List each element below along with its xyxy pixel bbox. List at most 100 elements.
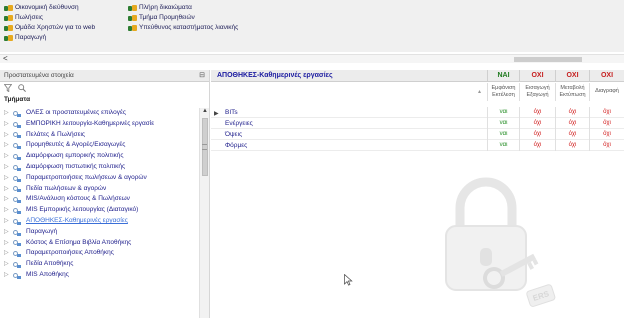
tree-item-label: ΕΜΠΟΡΙΚΗ λειτουργία-Καθημερινές εργασίε <box>26 119 155 127</box>
funnel-icon[interactable] <box>3 83 13 94</box>
expand-arrow-icon[interactable]: ▷ <box>4 205 12 216</box>
scroll-thumb[interactable] <box>514 57 582 62</box>
permission-cell[interactable]: όχι <box>555 118 589 129</box>
permission-cell[interactable]: όχι <box>589 129 624 140</box>
expand-arrow-icon[interactable]: ▷ <box>4 194 12 205</box>
role-item[interactable]: Ομάδα Χρηστών για το web <box>4 23 95 33</box>
tree-item[interactable]: ▷ MIS Εμπορικής λειτουργίας (Διαταγικό) <box>0 205 199 216</box>
row-label: BITs <box>225 109 238 116</box>
permission-cell[interactable]: όχι <box>555 129 589 140</box>
tree-item-label: Διαμόρφωση πιστωτικής πολιτικής <box>26 162 126 170</box>
tree-item[interactable]: ▷ Διαμόρφωση πιστωτικής πολιτικής <box>0 162 199 173</box>
column-header-modify[interactable]: Μεταβολή Εκτύπωση <box>555 83 589 101</box>
role-item[interactable]: Υπεύθυνος καταστήματος λιανικής <box>128 23 238 33</box>
permission-cell[interactable]: όχι <box>519 129 555 140</box>
permission-cell[interactable]: όχι <box>519 118 555 129</box>
protected-items-tree: ▷ ΟΛΕΣ οι προστατευμένες επιλογές ▷ ΕΜΠΟΡΙ… <box>0 108 199 281</box>
permission-cell[interactable]: όχι <box>589 107 624 118</box>
tree-item[interactable]: ▷ Διαμόρφωση εμπορικής πολιτικής <box>0 151 199 162</box>
permission-cell[interactable]: όχι <box>555 140 589 151</box>
module-icon <box>12 131 22 139</box>
roles-column-1: Οικονομική διεύθυνση Πωλήσεις Ομάδα Χρησ… <box>4 3 95 43</box>
expand-arrow-icon[interactable]: ▷ <box>4 216 12 227</box>
module-icon <box>12 229 22 236</box>
tree-item-label: ΑΠΟΘΗΚΕΣ-Καθημερινές εργασίες <box>26 216 128 224</box>
permission-cell[interactable]: όχι <box>519 140 555 151</box>
table-row[interactable]: Όψεις ναι όχι όχι όχι <box>211 129 624 140</box>
permission-cell[interactable]: όχι <box>555 107 589 118</box>
module-icon <box>12 239 22 247</box>
tree-item[interactable]: ▷ Πεδία πωλήσεων & αγορών <box>0 184 199 195</box>
user-group-icon <box>4 14 13 22</box>
permission-cell[interactable]: ναι <box>487 129 519 140</box>
tree-item[interactable]: ▷ Παραγωγή <box>0 227 199 238</box>
tree-item[interactable]: ▷ ΕΜΠΟΡΙΚΗ λειτουργία-Καθημερινές εργασίε <box>0 119 199 130</box>
tree-item[interactable]: ▷ Παραμετροποιήσεις Αποθήκης <box>0 248 199 259</box>
section-title: Τμήματα <box>4 96 31 103</box>
tree-item[interactable]: ▷ MIS/Ανάλυση κόστους & Πωλήσεων <box>0 194 199 205</box>
toggle-all-modify-button[interactable]: ΟΧΙ <box>555 70 589 82</box>
tree-item-label: Πεδία πωλήσεων & αγορών <box>26 184 107 192</box>
expand-arrow-icon[interactable]: ▷ <box>4 162 12 173</box>
permission-cell[interactable]: ναι <box>487 140 519 151</box>
expand-arrow-icon[interactable]: ▷ <box>4 259 12 270</box>
role-item[interactable]: Πωλήσεις <box>4 13 95 23</box>
expand-arrow-icon[interactable]: ▷ <box>4 270 12 281</box>
tree-item-label: Προμηθευτές & Αγορές/Εισαγωγές <box>26 141 126 149</box>
pin-icon[interactable]: ⊟ <box>199 70 205 82</box>
tree-item[interactable]: ▷ ΟΛΕΣ οι προστατευμένες επιλογές <box>0 108 199 119</box>
expand-arrow-icon[interactable]: ▷ <box>4 227 12 238</box>
search-icon[interactable] <box>18 83 26 94</box>
tree-item[interactable]: ▷ Προμηθευτές & Αγορές/Εισαγωγές <box>0 140 199 151</box>
permission-cell[interactable]: όχι <box>589 140 624 151</box>
toggle-all-import-button[interactable]: ΟΧΙ <box>519 70 555 82</box>
expand-arrow-icon[interactable]: ▷ <box>4 173 12 184</box>
user-group-icon <box>4 4 13 12</box>
table-row[interactable]: BITs ναι όχι όχι όχι <box>211 107 624 118</box>
expand-arrow-icon[interactable]: ▷ <box>4 130 12 141</box>
table-row[interactable]: Φόρμες ναι όχι όχι όχι <box>211 140 624 151</box>
tree-vertical-scrollbar[interactable]: ▲ <box>199 108 209 318</box>
role-item[interactable]: Παραγωγή <box>4 33 95 43</box>
column-header-import[interactable]: Εισαγωγή Εξαγωγή <box>519 83 555 101</box>
module-icon <box>12 153 22 161</box>
tree-item[interactable]: ▷ Κόστος & Επίσημα Βιβλία Αποθήκης <box>0 238 199 249</box>
tree-item[interactable]: ▷ MIS Αποθήκης <box>0 270 199 281</box>
tree-item-label: Διαμόρφωση εμπορικής πολιτικής <box>26 152 124 160</box>
permission-cell[interactable]: όχι <box>589 118 624 129</box>
role-item[interactable]: Οικονομική διεύθυνση <box>4 3 95 13</box>
tree-item[interactable]: ▷ Πελάτες & Πωλήσεις <box>0 130 199 141</box>
permission-cell[interactable]: όχι <box>519 107 555 118</box>
tree-item-selected[interactable]: ▷ ΑΠΟΘΗΚΕΣ-Καθημερινές εργασίες <box>0 216 199 227</box>
column-header-line: Εκτέλεση <box>492 91 515 98</box>
tree-item[interactable]: ▷ Πεδία Αποθήκης <box>0 259 199 270</box>
permission-cell[interactable]: ναι <box>487 107 519 118</box>
table-row[interactable]: Ενέργειες ναι όχι όχι όχι <box>211 118 624 129</box>
tree-item[interactable]: ▷ Παραμετροποιήσεις πωλήσεων & αγορών <box>0 173 199 184</box>
expand-arrow-icon[interactable]: ▷ <box>4 108 12 119</box>
role-item[interactable]: Τμήμα Προμηθειών <box>128 13 238 23</box>
toggle-all-delete-button[interactable]: ΟΧΙ <box>589 70 624 82</box>
module-icon <box>12 142 22 150</box>
expand-arrow-icon[interactable]: ▷ <box>4 238 12 249</box>
expand-arrow-icon[interactable]: ▷ <box>4 140 12 151</box>
expand-arrow-icon[interactable]: ▷ <box>4 151 12 162</box>
role-item[interactable]: Πλήρη δικαιώματα <box>128 3 238 13</box>
tree-item-label: Κόστος & Επίσημα Βιβλία Αποθήκης <box>26 238 132 246</box>
tree-item-label: Πεδία Αποθήκης <box>26 260 74 268</box>
toggle-all-view-button[interactable]: ΝΑΙ <box>487 70 519 82</box>
permission-cell[interactable]: ναι <box>487 118 519 129</box>
expand-arrow-icon[interactable]: ▷ <box>4 248 12 259</box>
sort-indicator-icon: ▴ <box>478 89 482 95</box>
roles-horizontal-scrollbar[interactable]: < <box>0 54 624 63</box>
column-header-delete[interactable]: Διαγραφή <box>589 83 624 101</box>
tree-item-label: Παραμετροποιήσεις Αποθήκης <box>26 249 114 257</box>
module-icon <box>12 164 22 171</box>
column-header-view[interactable]: Εμφάνιση Εκτέλεση <box>487 83 519 101</box>
expand-arrow-icon[interactable]: ▷ <box>4 184 12 195</box>
expand-arrow-icon[interactable]: ▷ <box>4 119 12 130</box>
scroll-left-arrow[interactable]: < <box>3 54 8 63</box>
module-icon <box>12 261 22 269</box>
permissions-panel: ΑΠΟΘΗΚΕΣ-Καθημερινές εργασίες ΝΑΙ ΟΧΙ ΟΧ… <box>211 70 624 318</box>
scroll-up-arrow-icon[interactable]: ▲ <box>202 108 208 114</box>
